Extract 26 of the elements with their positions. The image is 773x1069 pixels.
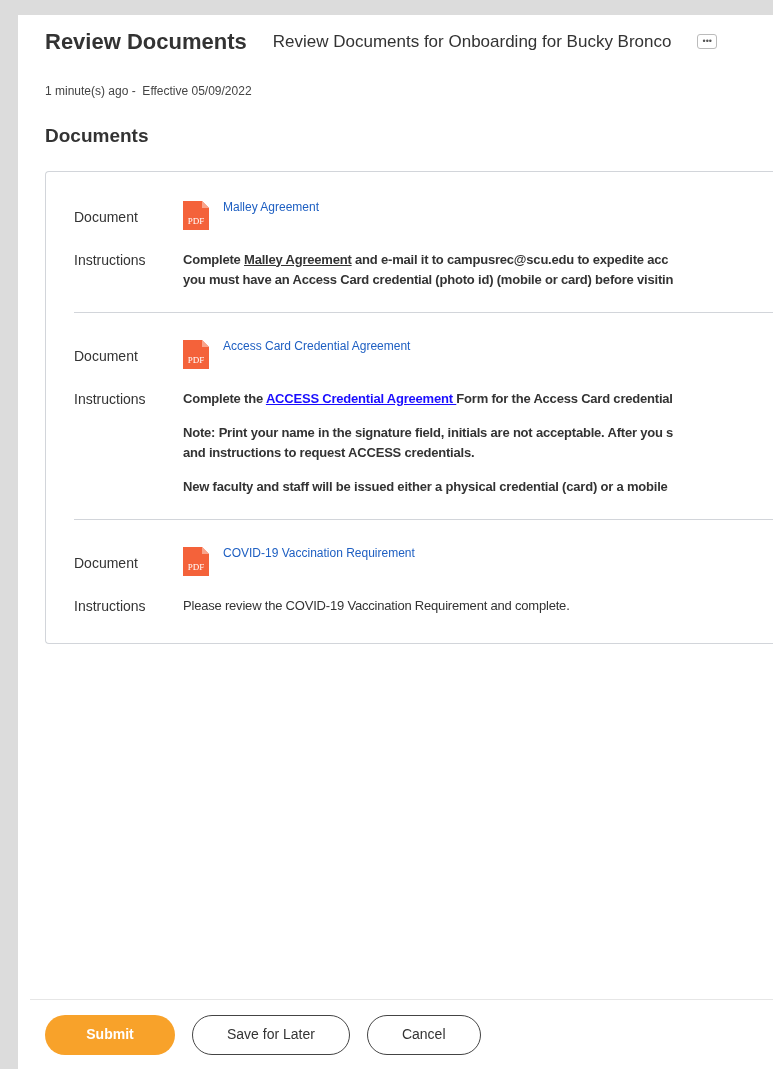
more-button[interactable]: ••• <box>697 34 717 49</box>
section-title: Documents <box>45 124 150 148</box>
form-button[interactable]: Save for Later <box>192 1014 350 1055</box>
instructions-text: Complete Malley Agreement and e-mail it to campusrec@scu.edu to expedite acc you must have an Access Card credential (photo id) (mobile or card) before visitin <box>183 250 674 289</box>
form-button[interactable]: Cancel <box>366 1014 481 1055</box>
field-label: Document <box>74 346 139 366</box>
pdf-file-icon: PDF <box>183 546 209 576</box>
field-label: Instructions <box>74 389 147 409</box>
file-link[interactable]: COVID-19 Vaccination Requirement <box>223 543 415 562</box>
document-link[interactable]: Malley Agreement <box>244 251 352 267</box>
file-link[interactable]: Access Card Credential Agreement <box>223 336 411 355</box>
page-subtitle: Review Documents for Onboarding for Bucky Bronco <box>272 30 672 53</box>
instructions-text: Note: Print your name in the signature field, initials are not acceptable. After you s and instructions to request ACCESS credentials. <box>183 423 674 462</box>
agreement-link[interactable]: ACCESS Credential Agreement <box>265 390 457 406</box>
pdf-file-icon: PDF <box>183 200 209 230</box>
field-label: Document <box>74 553 139 573</box>
field-label: Instructions <box>74 596 147 616</box>
pdf-file-icon: PDF <box>183 339 209 369</box>
timestamp-text: 1 minute(s) ago - Effective 05/09/2022 <box>45 83 253 100</box>
field-label: Instructions <box>74 250 147 270</box>
instructions-text: Please review the COVID-19 Vaccination Requirement and complete. <box>183 596 570 615</box>
instructions-text: New faculty and staff will be issued either a physical credential (card) or a mobile <box>183 477 669 496</box>
file-link[interactable]: Malley Agreement <box>223 197 320 216</box>
instructions-text: Complete the ACCESS Credential Agreement Form for the Access Card credential <box>183 389 674 408</box>
page-title: Review Documents <box>45 28 247 56</box>
field-label: Document <box>74 207 139 227</box>
